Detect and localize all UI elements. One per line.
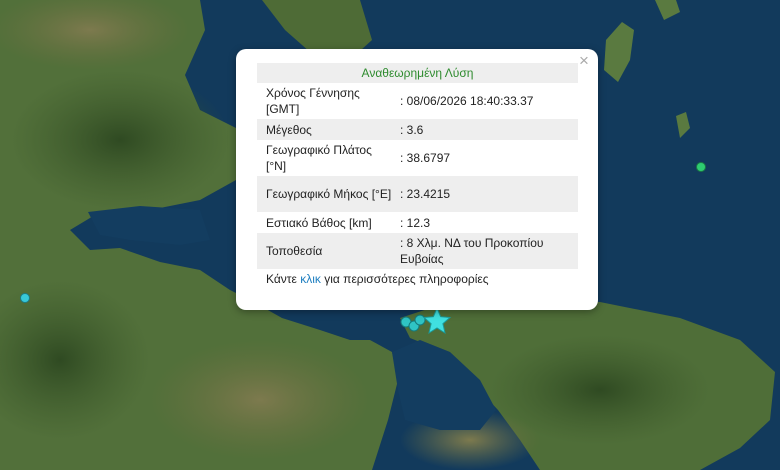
latitude-label: Γεωγραφικό Πλάτος [°N] xyxy=(266,143,372,173)
location-value: : 8 Χλμ. ΝΔ του Προκοπίου Ευβοίας xyxy=(394,233,578,269)
event-marker-west[interactable] xyxy=(20,293,30,303)
table-row: Γεωγραφικό Πλάτος [°N] : 38.6797 xyxy=(257,140,578,176)
popup-title: Αναθεωρημένη Λύση xyxy=(257,63,578,83)
earthquake-info-popup: × Αναθεωρημένη Λύση Χρόνος Γέννησης [GMT… xyxy=(236,49,598,310)
origin-time-value: : 08/06/2026 18:40:33.37 xyxy=(400,94,534,108)
origin-time-label: Χρόνος Γέννησης [GMT] xyxy=(266,86,360,116)
table-row: Χρόνος Γέννησης [GMT] : 08/06/2026 18:40… xyxy=(257,83,578,119)
more-info-link[interactable]: κλικ xyxy=(300,272,321,286)
longitude-label: Γεωγραφικό Μήκος [°E] xyxy=(257,176,394,212)
earthquake-details-table: Χρόνος Γέννησης [GMT] : 08/06/2026 18:40… xyxy=(257,83,578,269)
dry-terrain-shading xyxy=(150,340,370,460)
table-row: Εστιακό Βάθος [km] : 12.3 xyxy=(257,212,578,233)
table-row: Γεωγραφικό Μήκος [°E] : 23.4215 xyxy=(257,176,578,212)
longitude-value: : 23.4215 xyxy=(394,176,578,212)
depth-label: Εστιακό Βάθος [km] xyxy=(266,215,372,230)
latitude-value: : 38.6797 xyxy=(400,151,451,165)
more-info-line: Κάντε κλικ για περισσότερες πληροφορίες xyxy=(257,270,578,288)
event-marker-east[interactable] xyxy=(696,162,706,172)
magnitude-value: : 3.6 xyxy=(394,119,578,140)
table-row: Μέγεθος : 3.6 xyxy=(257,119,578,140)
depth-value: : 12.3 xyxy=(400,215,431,230)
close-icon[interactable]: × xyxy=(576,52,592,70)
table-row: Τοποθεσία : 8 Χλμ. ΝΔ του Προκοπίου Ευβο… xyxy=(257,233,578,269)
magnitude-label: Μέγεθος xyxy=(257,119,394,140)
location-label: Τοποθεσία xyxy=(257,233,394,269)
more-info-suffix: για περισσότερες πληροφορίες xyxy=(320,272,489,286)
more-info-prefix: Κάντε xyxy=(266,272,301,286)
event-marker-cluster-dot[interactable] xyxy=(414,314,426,326)
mountain-shading xyxy=(10,70,230,210)
